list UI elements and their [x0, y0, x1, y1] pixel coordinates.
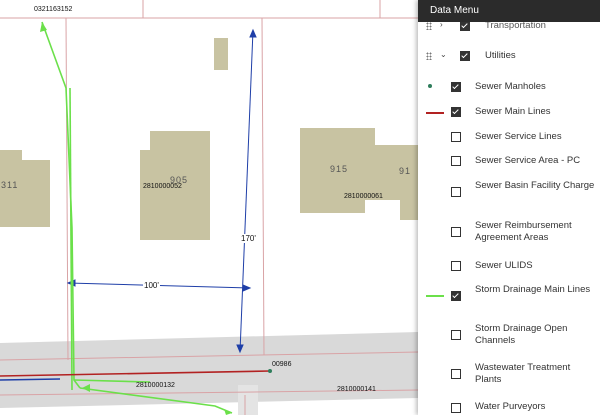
water-purveyors-checkbox[interactable]	[451, 403, 461, 413]
wastewater-checkbox[interactable]	[451, 369, 461, 379]
green-line-icon	[426, 295, 444, 297]
layer-water-purveyors[interactable]: Water Purveyors	[418, 400, 600, 414]
drag-handle-icon[interactable]	[426, 52, 432, 60]
layer-sewer-manholes[interactable]: Sewer Manholes	[418, 80, 600, 94]
layer-label: Wastewater Treatment Plants	[475, 362, 571, 385]
layer-sewer-main-lines[interactable]: Sewer Main Lines	[418, 105, 600, 119]
transportation-checkbox[interactable]	[460, 22, 470, 31]
parcel-id-2810000141: 2810000141	[337, 386, 376, 393]
layer-label: Sewer Basin Facility Charge	[475, 180, 595, 191]
layer-label: Sewer Manholes	[475, 81, 546, 92]
group-utilities[interactable]: ⌄ Utilities	[418, 48, 600, 62]
data-menu-title: Data Menu	[418, 0, 600, 22]
map-canvas[interactable]	[0, 0, 418, 415]
layer-sewer-service-area-pc[interactable]: Sewer Service Area - PC	[418, 154, 600, 168]
sewer-service-area-checkbox[interactable]	[451, 156, 461, 166]
sewer-basin-checkbox[interactable]	[451, 187, 461, 197]
layer-storm-drainage-open-channels[interactable]: Storm Drainage Open Channels	[418, 322, 600, 348]
dimension-170ft: 170'	[240, 234, 257, 243]
sewer-ulids-checkbox[interactable]	[451, 261, 461, 271]
building-number-915: 915	[330, 164, 349, 174]
layer-label: Sewer ULIDS	[475, 260, 533, 271]
manhole-id-00986: 00986	[272, 361, 292, 368]
layer-sewer-basin-facility-charge[interactable]: Sewer Basin Facility Charge	[418, 179, 600, 205]
layer-sewer-ulids[interactable]: Sewer ULIDS	[418, 259, 600, 273]
layer-label: Storm Drainage Open Channels	[475, 323, 568, 346]
layer-label: Sewer Service Area - PC	[475, 155, 581, 166]
storm-open-channels-checkbox[interactable]	[451, 330, 461, 340]
layer-storm-drainage-main-lines[interactable]: Storm Drainage Main Lines	[418, 283, 600, 309]
sewer-manhole-00986	[268, 369, 272, 373]
group-label-utilities: Utilities	[485, 50, 516, 61]
sewer-main-lines-checkbox[interactable]	[451, 107, 461, 117]
manhole-dot-icon	[428, 84, 432, 88]
sewer-service-lines-checkbox[interactable]	[451, 132, 461, 142]
layer-label: Water Purveyors	[475, 401, 546, 412]
layer-list[interactable]: › Transportation ⌄ Utilities Sewer Manho…	[418, 22, 600, 415]
layer-label: Sewer Reimbursement Agreement Areas	[475, 220, 572, 243]
layer-sewer-service-lines[interactable]: Sewer Service Lines	[418, 130, 600, 144]
layer-label: Sewer Service Lines	[475, 131, 562, 142]
building-number-91x: 91	[399, 166, 412, 176]
chevron-down-icon[interactable]: ⌄	[440, 50, 447, 59]
group-label-transportation: Transportation	[485, 22, 546, 31]
sewer-manholes-checkbox[interactable]	[451, 82, 461, 92]
driveway	[238, 385, 258, 415]
dimension-100ft: 100'	[143, 281, 160, 290]
layer-wastewater-treatment-plants[interactable]: Wastewater Treatment Plants	[418, 361, 600, 387]
building-shed	[214, 38, 228, 70]
data-menu-panel: Data Menu › Transportation ⌄ Utilities S…	[418, 0, 600, 415]
layer-label: Sewer Main Lines	[475, 106, 551, 117]
chevron-right-icon[interactable]: ›	[440, 22, 443, 29]
red-line-icon	[426, 112, 444, 114]
storm-drainage-main-checkbox[interactable]	[451, 291, 461, 301]
layer-sewer-reimbursement-agreement-areas[interactable]: Sewer Reimbursement Agreement Areas	[418, 219, 600, 245]
parcel-id-0321163152: 0321163152	[34, 6, 73, 13]
building-number-311: 311	[1, 180, 19, 190]
drag-handle-icon[interactable]	[426, 22, 432, 30]
utilities-checkbox[interactable]	[460, 51, 470, 61]
layer-label: Storm Drainage Main Lines	[475, 284, 591, 295]
building-number-905: 905	[170, 175, 189, 185]
sewer-main-line-blue-segment	[0, 378, 61, 381]
group-transportation[interactable]: › Transportation	[418, 22, 600, 34]
road	[0, 332, 418, 408]
parcel-id-2810000061: 2810000061	[344, 193, 383, 200]
parcel-id-2810000132: 2810000132	[136, 382, 175, 389]
sewer-reimbursement-checkbox[interactable]	[451, 227, 461, 237]
